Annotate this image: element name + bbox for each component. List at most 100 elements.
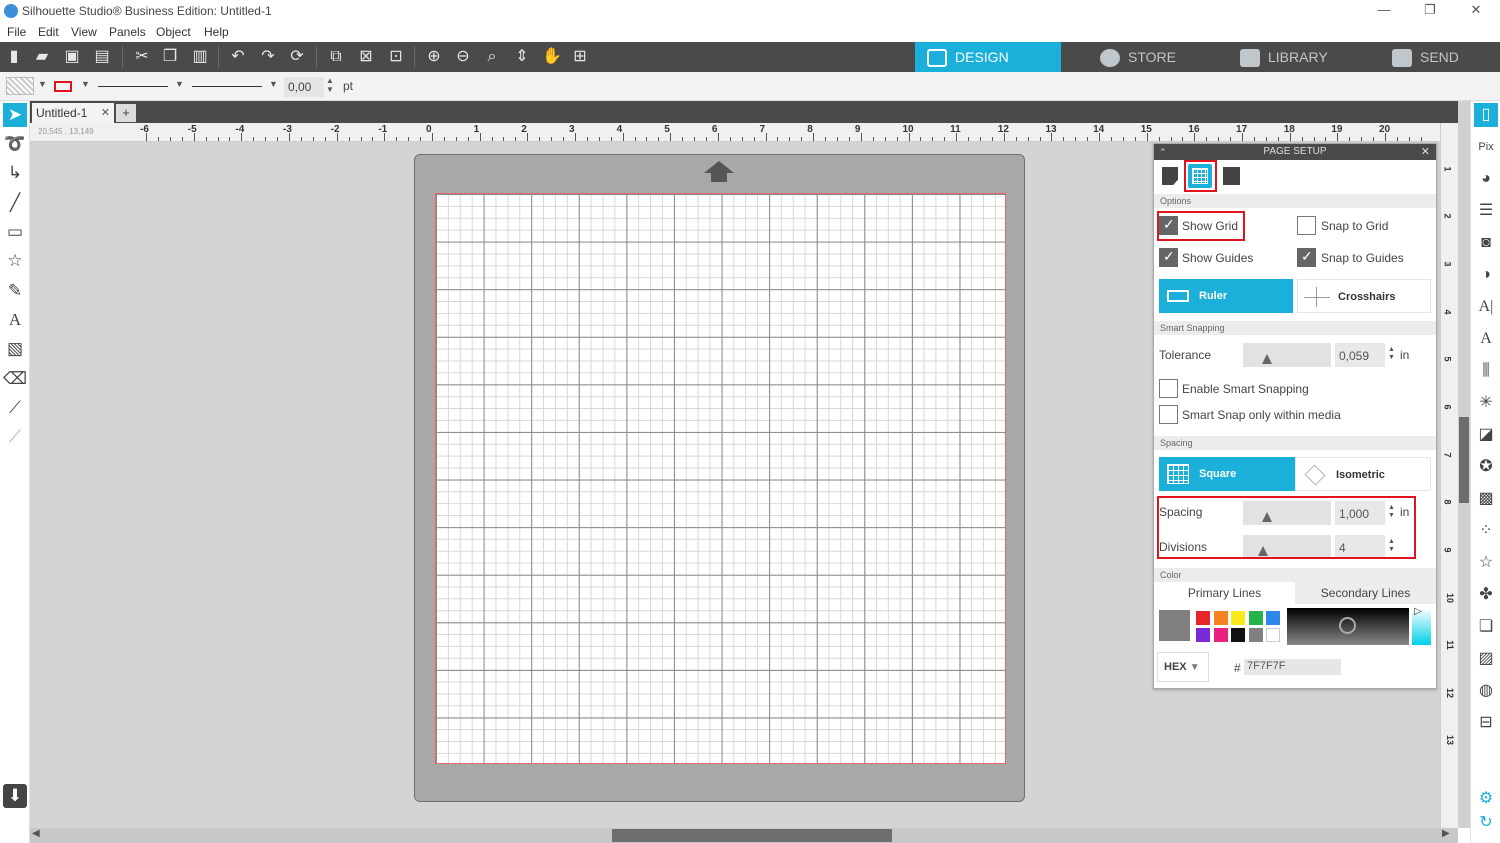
compound-path-icon[interactable]: ⊡ (384, 46, 408, 68)
line-tool-icon[interactable]: ╱ (3, 191, 27, 215)
redraw-icon[interactable]: ⟳ (285, 46, 309, 68)
sketch-icon[interactable]: ▨ (1474, 647, 1498, 671)
transform-icon[interactable]: ✳ (1474, 391, 1498, 415)
drag-view-icon[interactable]: ⇕ (510, 46, 534, 68)
color-swatch[interactable] (1266, 628, 1280, 642)
vertical-scrollbar[interactable] (1458, 101, 1470, 828)
puzzle-icon[interactable]: ✤ (1474, 583, 1498, 607)
lasso-tool-icon[interactable]: ➰ (3, 132, 27, 156)
fit-to-page-icon[interactable]: ⊞ (568, 46, 592, 68)
copy-icon[interactable]: ❐ (158, 46, 182, 68)
tab-send[interactable]: SEND (1380, 42, 1500, 72)
fill-pattern-icon[interactable]: ◙ (1474, 231, 1498, 255)
hue-slider[interactable]: ▷ (1412, 606, 1431, 645)
line-style-sample[interactable] (98, 86, 168, 87)
fill-dropdown-icon[interactable]: ▼ (38, 79, 47, 89)
font-icon[interactable]: A (1474, 327, 1498, 351)
eraser-tool-icon[interactable]: ⌫ (3, 367, 27, 391)
show-guides-checkbox[interactable] (1159, 248, 1178, 267)
tab-design[interactable]: DESIGN (915, 42, 1061, 72)
transparency-tab-icon[interactable] (1219, 164, 1243, 188)
pan-hand-icon[interactable]: ✋ (540, 46, 564, 68)
eyedropper-tool-icon[interactable]: ⟋ (3, 425, 27, 449)
import-icon[interactable]: ⬇ (3, 784, 27, 808)
layers-icon[interactable]: ❏ (1474, 615, 1498, 639)
text-tool-icon[interactable]: A (3, 308, 27, 332)
menu-file[interactable]: File (7, 25, 26, 39)
edit-points-tool-icon[interactable]: ↳ (3, 161, 27, 185)
color-mode-dropdown[interactable]: HEX ▼ (1157, 652, 1209, 682)
scroll-left-icon[interactable]: ◀ (32, 828, 40, 839)
paste-icon[interactable]: ▥ (188, 46, 212, 68)
close-tab-icon[interactable]: ✕ (101, 106, 110, 119)
restore-button[interactable]: ❐ (1410, 2, 1450, 20)
rhinestone-icon[interactable]: ⁘ (1474, 519, 1498, 543)
tab-store[interactable]: STORE (1088, 42, 1218, 72)
library-panel-icon[interactable]: ⊟ (1474, 711, 1498, 735)
page-settings-tab-icon[interactable] (1158, 164, 1182, 188)
modify-icon[interactable]: ◪ (1474, 423, 1498, 447)
isometric-button[interactable]: Isometric (1295, 457, 1431, 491)
close-panel-icon[interactable]: ✕ (1421, 144, 1430, 160)
page-setup-icon[interactable]: ▯ (1474, 103, 1498, 127)
menu-object[interactable]: Object (156, 25, 191, 39)
settings-gear-icon[interactable]: ⚙ (1474, 787, 1498, 811)
rectangle-tool-icon[interactable]: ▭ (3, 220, 27, 244)
color-picker-cursor-icon[interactable] (1339, 617, 1356, 634)
tolerance-slider-knob[interactable] (1262, 354, 1272, 364)
menu-help[interactable]: Help (204, 25, 229, 39)
color-swatch[interactable] (1248, 611, 1263, 625)
new-file-icon[interactable]: ▮ (2, 46, 26, 68)
text-style-icon[interactable]: A| (1474, 295, 1498, 319)
offset-star-icon[interactable]: ☆ (1474, 551, 1498, 575)
scroll-right-icon[interactable]: ▶ (1442, 828, 1450, 839)
ruler-button[interactable]: Ruler (1159, 279, 1293, 313)
close-window-button[interactable]: ✕ (1456, 2, 1496, 20)
line-join-sample[interactable] (192, 86, 262, 87)
enable-smart-snapping-checkbox[interactable] (1159, 379, 1178, 398)
hue-slider-marker-icon[interactable]: ▷ (1414, 606, 1422, 617)
tab-library[interactable]: LIBRARY (1228, 42, 1368, 72)
design-store-icon[interactable]: ✪ (1474, 455, 1498, 479)
line-color-dropdown-icon[interactable]: ▼ (81, 79, 90, 89)
zoom-out-icon[interactable]: ⊖ (451, 46, 475, 68)
color-swatch[interactable] (1248, 628, 1263, 642)
save-icon[interactable]: ▣ (60, 46, 84, 68)
undo-icon[interactable]: ↶ (226, 46, 250, 68)
snap-to-guides-checkbox[interactable] (1297, 248, 1316, 267)
tolerance-slider[interactable] (1243, 343, 1331, 367)
color-swatch[interactable] (1231, 611, 1245, 625)
open-file-icon[interactable]: ▰ (30, 46, 54, 68)
knife-tool-icon[interactable]: ⟋ (3, 396, 27, 420)
line-style-icon[interactable]: ☰ (1474, 199, 1498, 223)
line-width-spinner-icon[interactable]: ▲ ▼ (326, 76, 334, 94)
align-icon[interactable]: ⫼ (1474, 359, 1498, 383)
zoom-select-icon[interactable]: ⌕ (480, 46, 504, 68)
color-picker-field[interactable] (1287, 608, 1409, 645)
fill-pattern-swatch[interactable] (6, 77, 34, 95)
color-swatch[interactable] (1196, 628, 1210, 642)
cut-icon[interactable]: ✂ (130, 46, 154, 68)
smart-snap-media-checkbox[interactable] (1159, 405, 1178, 424)
refresh-icon[interactable]: ↻ (1474, 811, 1498, 835)
color-swatch[interactable] (1213, 611, 1228, 625)
line-width-input[interactable]: 0,00 (284, 77, 324, 97)
fill-tool-icon[interactable]: ▧ (3, 337, 27, 361)
hex-input[interactable]: 7F7F7F (1244, 659, 1341, 675)
vertical-scroll-thumb[interactable] (1459, 417, 1469, 503)
gradient-icon[interactable]: ◑ (1474, 263, 1498, 287)
fill-color-icon[interactable]: ◕ (1474, 167, 1498, 191)
tolerance-spinner-icon[interactable]: ▲ ▼ (1388, 346, 1395, 362)
tolerance-input[interactable]: 0,059 (1335, 343, 1385, 367)
ungroup-icon[interactable]: ⊠ (354, 46, 378, 68)
group-icon[interactable]: ⧉ (324, 46, 348, 68)
redo-icon[interactable]: ↷ (256, 46, 280, 68)
secondary-lines-tab[interactable]: Secondary Lines (1295, 582, 1436, 604)
line-style-dropdown-icon[interactable]: ▼ (175, 79, 184, 89)
pencil-tool-icon[interactable]: ✎ (3, 279, 27, 303)
color-swatch[interactable] (1213, 628, 1228, 642)
tab-untitled-1[interactable]: Untitled-1 ✕ (32, 103, 114, 123)
horizontal-scrollbar[interactable]: ◀ ▶ (30, 828, 1458, 843)
color-swatch[interactable] (1231, 628, 1245, 642)
print-icon[interactable]: ▤ (90, 46, 114, 68)
